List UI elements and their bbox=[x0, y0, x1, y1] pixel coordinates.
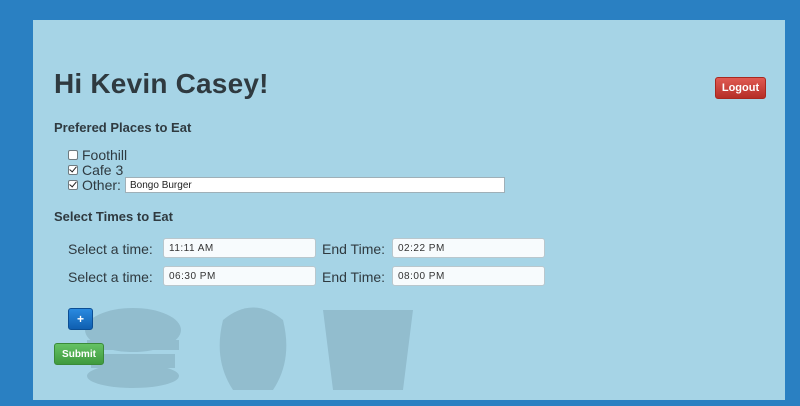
foothill-checkbox[interactable] bbox=[68, 150, 78, 160]
cafe3-checkbox[interactable] bbox=[68, 165, 78, 175]
end-time-label: End Time: bbox=[322, 241, 386, 257]
end-time-input[interactable]: 02:22 PM bbox=[392, 238, 545, 258]
start-time-label: Select a time: bbox=[68, 269, 153, 285]
places-heading: Prefered Places to Eat bbox=[54, 120, 192, 135]
place-option-other[interactable]: Other: bbox=[68, 177, 121, 193]
start-time-input[interactable]: 11:11 AM bbox=[163, 238, 316, 258]
other-place-input[interactable]: Bongo Burger bbox=[125, 177, 505, 193]
place-option-foothill[interactable]: Foothill bbox=[68, 147, 127, 163]
place-label: Foothill bbox=[82, 147, 128, 163]
end-time-input[interactable]: 08:00 PM bbox=[392, 266, 545, 286]
times-heading: Select Times to Eat bbox=[54, 209, 173, 224]
start-time-input[interactable]: 06:30 PM bbox=[163, 266, 316, 286]
food-illustration bbox=[85, 307, 413, 390]
add-time-button[interactable]: + bbox=[68, 308, 93, 330]
place-label: Cafe 3 bbox=[82, 162, 124, 178]
other-checkbox[interactable] bbox=[68, 180, 78, 190]
submit-button[interactable]: Submit bbox=[54, 343, 104, 365]
logout-button[interactable]: Logout bbox=[715, 77, 766, 99]
start-time-label: Select a time: bbox=[68, 241, 153, 257]
place-label: Other: bbox=[82, 177, 121, 193]
page-title: Hi Kevin Casey! bbox=[54, 68, 269, 99]
place-option-cafe3[interactable]: Cafe 3 bbox=[68, 162, 123, 178]
main-panel: Hi Kevin Casey! Logout Prefered Places t… bbox=[33, 20, 785, 400]
end-time-label: End Time: bbox=[322, 269, 386, 285]
